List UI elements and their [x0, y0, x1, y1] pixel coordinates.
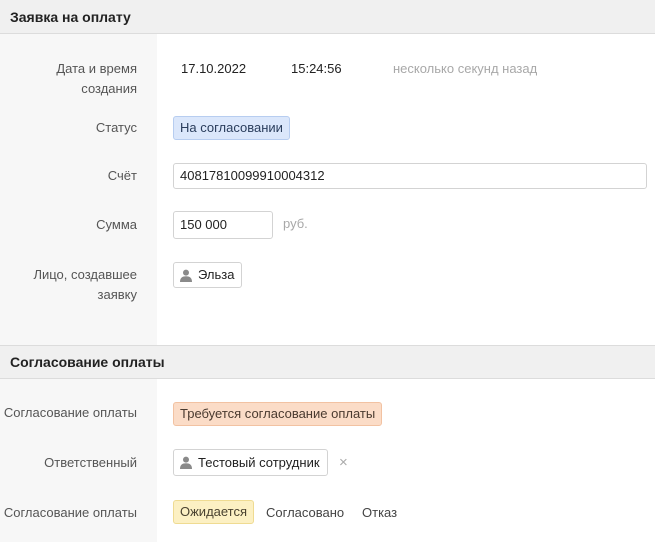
- user-icon: [180, 456, 192, 469]
- remove-responsible-icon[interactable]: ×: [339, 453, 348, 473]
- decision-option-rejected[interactable]: Отказ: [362, 503, 397, 523]
- decision-option-approved[interactable]: Согласовано: [266, 503, 344, 523]
- status-badge: На согласовании: [173, 116, 290, 140]
- creator-name: Эльза: [198, 267, 235, 282]
- section-title: Согласование оплаты: [10, 354, 165, 370]
- section-header-approval: Согласование оплаты: [0, 345, 655, 379]
- amount-label: Сумма: [96, 217, 137, 232]
- account-field[interactable]: 40817810099910004312: [173, 163, 647, 189]
- decision-label: Согласование оплаты: [3, 505, 137, 520]
- account-label: Счёт: [107, 168, 137, 183]
- creator-label: Лицо, создавшее заявку: [33, 267, 137, 302]
- created-label: Дата и время создания: [56, 61, 137, 96]
- created-date: 17.10.2022: [181, 61, 247, 76]
- created-relative: несколько секунд назад: [393, 61, 538, 76]
- amount-field[interactable]: 150 000: [173, 211, 273, 239]
- responsible-name: Тестовый сотрудник: [198, 454, 320, 470]
- creator-chip[interactable]: Эльза: [173, 262, 243, 288]
- approval-label: Согласование оплаты: [3, 405, 137, 420]
- user-icon: [180, 269, 192, 282]
- value-column: [157, 34, 655, 345]
- responsible-chip[interactable]: Тестовый сотрудник: [173, 449, 328, 476]
- approval-status-badge: Требуется согласование оплаты: [173, 402, 383, 426]
- section-title: Заявка на оплату: [10, 8, 131, 25]
- responsible-label: Ответственный: [44, 455, 137, 470]
- section-header-payment-request: Заявка на оплату: [0, 0, 655, 34]
- created-time: 15:24:56: [291, 61, 342, 76]
- amount-unit: руб.: [283, 216, 308, 231]
- decision-option-pending[interactable]: Ожидается: [173, 500, 255, 524]
- status-label: Статус: [95, 120, 137, 135]
